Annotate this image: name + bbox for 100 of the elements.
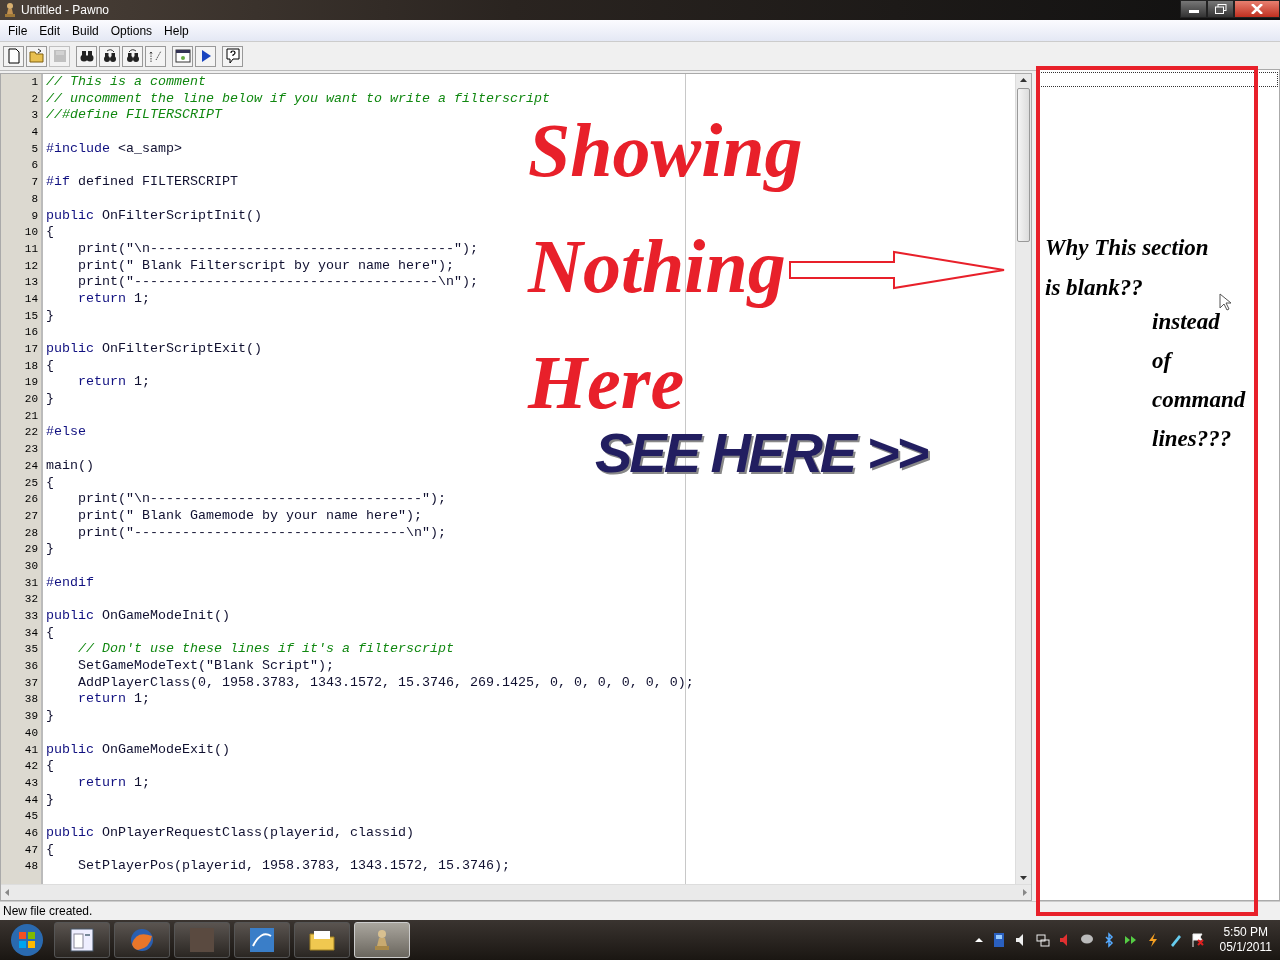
code-line: public OnFilterScriptExit() [46, 341, 262, 358]
code-line: } [46, 708, 54, 725]
tray-app-icon [991, 932, 1006, 948]
line-number: 24 [23, 458, 39, 474]
swirl-icon [248, 926, 276, 954]
binoculars-icon [101, 48, 118, 64]
code-line: return 1; [77, 774, 150, 792]
line-number: 48 [23, 859, 39, 875]
window-icon [174, 48, 191, 64]
code-line: public OnGameModeExit() [46, 741, 230, 759]
line-number: 26 [23, 492, 39, 508]
horizontal-scrollbar[interactable] [1, 884, 1031, 900]
windows-logo-icon [10, 923, 44, 957]
binoculars-icon [78, 48, 95, 64]
taskbar-button[interactable] [54, 922, 110, 958]
vertical-scrollbar[interactable] [1015, 74, 1031, 884]
line-number: 19 [23, 375, 39, 391]
annotation-text: Nothing [528, 223, 787, 310]
annotation-text: instead [1152, 308, 1221, 336]
line-number: 4 [30, 125, 39, 141]
close-button[interactable] [1234, 0, 1280, 18]
line-number: 23 [23, 442, 39, 458]
code-line: return 1; [77, 290, 150, 308]
code-line: { [46, 841, 54, 859]
code-line: } [46, 307, 54, 325]
line-number: 33 [23, 609, 39, 624]
code-line: } [46, 391, 54, 408]
code-line: print("\n--------------------------------------"); [77, 240, 478, 258]
toolbar-button[interactable] [76, 45, 97, 67]
line-number: 10 [23, 225, 39, 241]
clock-time: 5:50 PM [1223, 925, 1269, 940]
code-line: { [46, 474, 54, 492]
annotation-text: Why This section [1045, 234, 1209, 262]
cursor-icon [1219, 293, 1231, 311]
menu-item[interactable]: Help [158, 23, 195, 38]
code-line: { [46, 224, 54, 241]
line-number: 25 [23, 475, 39, 491]
taskbar-button[interactable] [294, 922, 350, 958]
line-number: 43 [23, 775, 39, 791]
toolbar-button[interactable] [222, 45, 243, 67]
code-line: #include <a_samp> [46, 140, 182, 158]
code-line: main() [46, 457, 94, 475]
code-line: print("----------------------------------\n"); [77, 524, 446, 542]
help-icon [224, 48, 241, 64]
line-number: 14 [23, 291, 39, 307]
code-line: } [46, 791, 54, 809]
menu-item[interactable]: Build [66, 23, 105, 38]
line-number: 21 [23, 408, 39, 424]
code-line: AddPlayerClass(0, 1958.3783, 1343.1572, 15.3746, 269.1425, 0, 0, 0, 0, 0, 0); [77, 674, 694, 692]
line-number: 5 [30, 141, 39, 157]
line-number: 27 [23, 508, 39, 524]
line-number: 40 [23, 725, 39, 741]
scrollbar-thumb[interactable] [1017, 88, 1030, 242]
menu-item[interactable]: File [2, 23, 34, 38]
line-number: 34 [23, 625, 39, 641]
maximize-button[interactable] [1207, 0, 1234, 18]
toolbar-button[interactable] [172, 45, 193, 67]
toolbar-button[interactable] [122, 45, 143, 67]
code-line: #else [46, 424, 86, 442]
line-number: 20 [23, 392, 39, 408]
line-number: 41 [23, 742, 39, 758]
line-number: 13 [23, 275, 39, 291]
code-line: print(" Blank Filterscript by your name here"); [77, 257, 454, 275]
restore-icon [1214, 4, 1227, 14]
annotation-text: is blank?? [1045, 274, 1144, 302]
menu-item[interactable]: Options [104, 23, 159, 38]
line-number: 47 [23, 842, 39, 858]
line-number: 35 [23, 642, 39, 658]
code-line: public OnPlayerRequestClass(playerid, classid) [46, 824, 414, 842]
clock-date: 05/1/2011 [1219, 940, 1272, 955]
status-message: New file created. [3, 904, 93, 918]
code-line: //#define FILTERSCRIPT [46, 107, 222, 125]
code-line: // This is a comment [46, 74, 206, 91]
line-number: 38 [23, 692, 39, 708]
line-number: 30 [23, 558, 39, 574]
toolbar-button[interactable] [195, 45, 216, 67]
line-number: 6 [30, 158, 39, 174]
code-line: SetGameModeText("Blank Script"); [77, 658, 334, 675]
annotation-text: lines??? [1152, 425, 1233, 453]
minimize-button[interactable] [1180, 0, 1207, 18]
code-line: print("--------------------------------------\n"); [77, 274, 478, 291]
folder-icon [28, 48, 45, 64]
focus-row[interactable] [1039, 72, 1278, 87]
line-number: 17 [23, 342, 39, 357]
line-number: 2 [30, 91, 39, 107]
toolbar-button[interactable] [99, 45, 120, 67]
line-number: 39 [23, 709, 39, 725]
line-number: 37 [23, 675, 39, 691]
code-line: print("\n----------------------------------"); [77, 491, 446, 508]
code-line: #endif [46, 574, 94, 592]
chess-pawn-icon [3, 2, 17, 18]
line-number: 44 [23, 792, 39, 808]
line-number: 45 [23, 809, 39, 825]
menu-item[interactable]: Edit [33, 23, 67, 38]
line-number: 1 [30, 75, 39, 90]
file-icon [5, 48, 22, 64]
taskbar-button[interactable] [234, 922, 290, 958]
document-window-icon [68, 926, 96, 954]
photo-placeholder [188, 926, 216, 954]
code-line: // Don't use these lines if it's a filterscript [77, 641, 454, 659]
